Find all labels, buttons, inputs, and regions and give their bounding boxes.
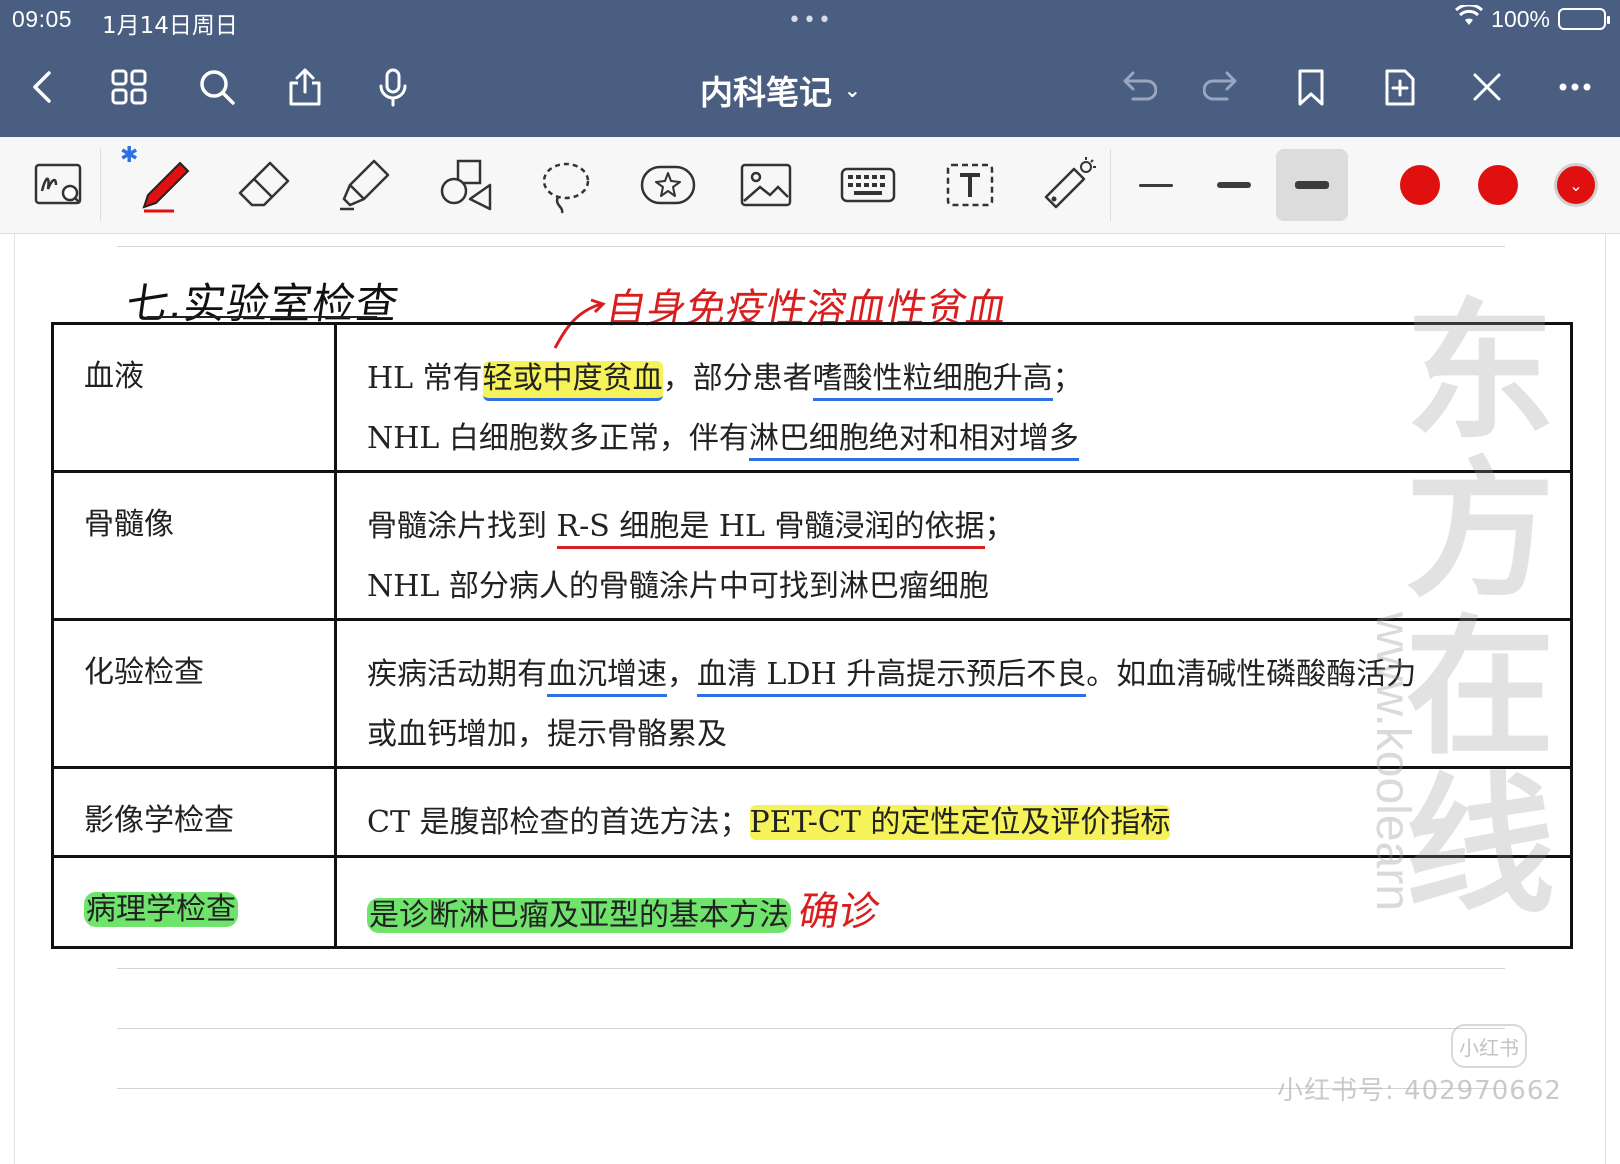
row-description: 是诊断淋巴瘤及亚型的基本方法 确诊 — [334, 855, 1573, 949]
row-description: 骨髓涂片找到 R-S 细胞是 HL 骨髓浸润的依据； NHL 部分病人的骨髓涂片… — [334, 470, 1573, 621]
top-bar: 09:05 1月14日周日 ••• 100% 内科笔记 ⌄ — [0, 0, 1620, 137]
row-category: 病理学检查 — [51, 855, 337, 949]
underlined-text: 淋巴细胞绝对和相对增多 — [748, 421, 1079, 461]
stroke-thin-button[interactable] — [1120, 149, 1192, 221]
undo-icon[interactable] — [1114, 64, 1160, 110]
row-category: 化验检查 — [51, 618, 337, 769]
handwritten-annotation: 确诊 — [794, 889, 884, 935]
color-swatch-2[interactable] — [1468, 155, 1528, 215]
note-page[interactable]: 七.实验室检查 自身免疫性溶血性贫血 血液 HL 常有轻或中度贫血，部分患者嗜酸… — [14, 234, 1606, 1164]
color-swatch-3-selected[interactable]: ⌄ — [1546, 155, 1606, 215]
document-title[interactable]: 内科笔记 ⌄ — [700, 66, 861, 114]
row-category: 骨髓像 — [51, 470, 337, 621]
row-description: 疾病活动期有血沉增速，血清 LDH 升高提示预后不良。如血清碱性磷酸酶活力 或血… — [334, 618, 1573, 769]
row-description: HL 常有轻或中度贫血，部分患者嗜酸性粒细胞升高； NHL 白细胞数多正常，伴有… — [334, 322, 1573, 473]
lab-exam-table: 血液 HL 常有轻或中度贫血，部分患者嗜酸性粒细胞升高； NHL 白细胞数多正常… — [51, 322, 1573, 949]
highlighted-text: 轻或中度贫血 — [482, 361, 663, 401]
bookmark-icon[interactable] — [1288, 64, 1334, 110]
battery-percent: 100% — [1491, 5, 1550, 32]
watermark-badge: 小红书 — [1451, 1024, 1527, 1068]
wifi-icon — [1455, 3, 1484, 33]
row-description: CT 是腹部检查的首选方法；PET-CT 的定性定位及评价指标 — [334, 766, 1573, 858]
grid-icon[interactable] — [106, 64, 152, 110]
table-row: 病理学检查 是诊断淋巴瘤及亚型的基本方法 确诊 — [51, 855, 1573, 949]
status-right: 100% — [1455, 3, 1610, 33]
color-dot — [1400, 165, 1440, 205]
keyboard-icon[interactable] — [830, 149, 906, 221]
share-icon[interactable] — [282, 64, 328, 110]
status-time: 09:05 — [12, 6, 73, 32]
stroke-thick-button[interactable] — [1276, 149, 1348, 221]
table-row: 血液 HL 常有轻或中度贫血，部分患者嗜酸性粒细胞升高； NHL 白细胞数多正常… — [51, 322, 1573, 473]
text-box-icon[interactable] — [932, 149, 1008, 221]
row-category: 血液 — [51, 322, 337, 473]
lasso-icon[interactable] — [528, 149, 604, 221]
underlined-text: 血清 LDH 升高提示预后不良 — [697, 657, 1087, 697]
color-swatch-1[interactable] — [1390, 155, 1450, 215]
highlighted-text: 是诊断淋巴瘤及亚型的基本方法 — [367, 898, 791, 933]
status-date: 1月14日周日 — [102, 13, 238, 39]
search-icon[interactable] — [194, 64, 240, 110]
image-icon[interactable] — [728, 149, 804, 221]
laser-pointer-icon[interactable] — [1030, 149, 1106, 221]
color-dot — [1478, 165, 1518, 205]
section-title-underline — [147, 316, 377, 318]
more-icon[interactable] — [1552, 64, 1598, 110]
drawing-toolbar: ✱ ⌄ — [0, 137, 1620, 234]
shapes-icon[interactable] — [428, 149, 504, 221]
underlined-text: 嗜酸性粒细胞升高 — [812, 361, 1053, 401]
handwriting-zoom-icon[interactable] — [22, 149, 98, 221]
highlighted-text: PET-CT 的定性定位及评价指标 — [749, 805, 1171, 840]
document-title-text: 内科笔记 — [700, 73, 832, 112]
add-page-icon[interactable] — [1376, 64, 1422, 110]
chevron-down-icon: ⌄ — [844, 78, 861, 102]
pen-icon[interactable] — [126, 149, 202, 221]
sticker-icon[interactable] — [630, 149, 706, 221]
highlighter-icon[interactable] — [326, 149, 402, 221]
microphone-icon[interactable] — [370, 64, 416, 110]
close-tools-icon[interactable] — [1464, 64, 1510, 110]
redo-icon[interactable] — [1200, 64, 1246, 110]
table-row: 化验检查 疾病活动期有血沉增速，血清 LDH 升高提示预后不良。如血清碱性磷酸酶… — [51, 618, 1573, 769]
table-row: 骨髓像 骨髓涂片找到 R-S 细胞是 HL 骨髓浸润的依据； NHL 部分病人的… — [51, 470, 1573, 621]
underlined-text: R-S 细胞是 HL 骨髓浸润的依据 — [556, 509, 985, 549]
table-row: 影像学检查 CT 是腹部检查的首选方法；PET-CT 的定性定位及评价指标 — [51, 766, 1573, 858]
multitask-dots[interactable]: ••• — [788, 8, 833, 33]
battery-icon — [1558, 8, 1610, 30]
eraser-icon[interactable] — [226, 149, 302, 221]
underlined-text: 血沉增速 — [547, 657, 667, 697]
watermark-id: 小红书号: 402970662 — [1277, 1076, 1562, 1106]
row-category: 影像学检查 — [51, 766, 337, 858]
stroke-medium-button[interactable] — [1198, 149, 1270, 221]
back-icon[interactable] — [20, 64, 66, 110]
chevron-down-icon: ⌄ — [1554, 163, 1598, 207]
